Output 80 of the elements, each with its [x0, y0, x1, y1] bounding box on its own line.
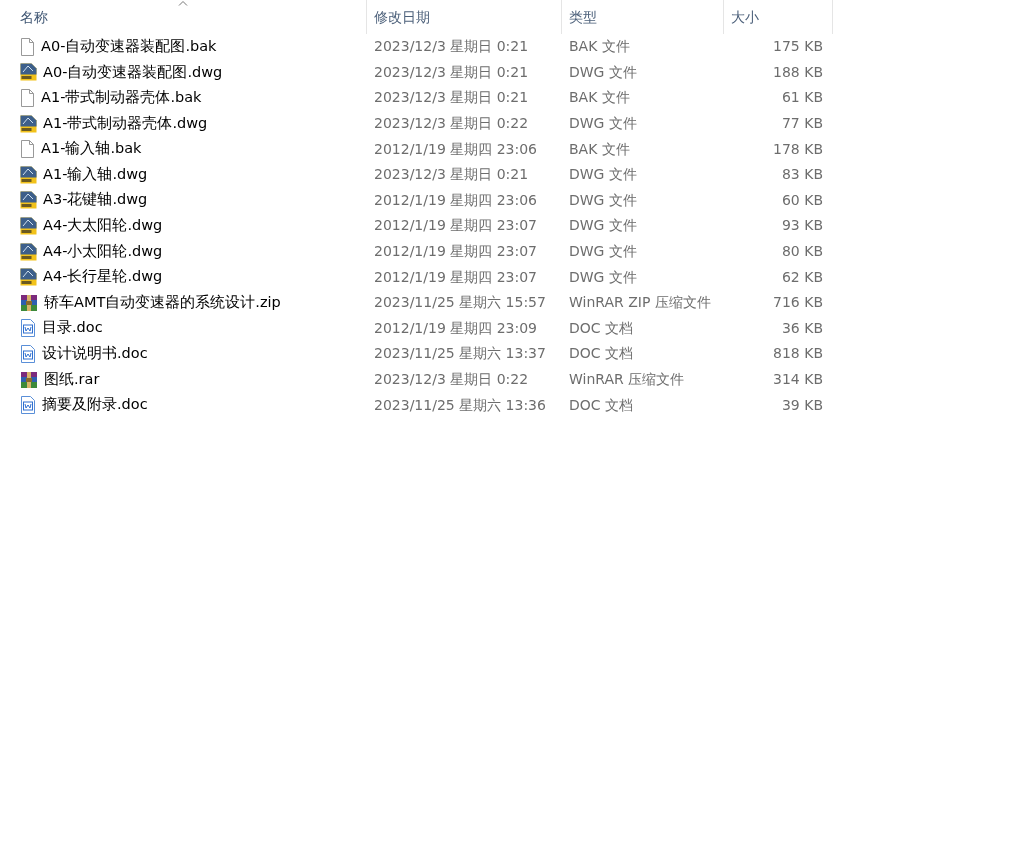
- blank-file-icon: [20, 89, 35, 107]
- modified-date: 2023/11/25 星期六 15:57: [373, 293, 547, 313]
- document-w-icon: [20, 319, 36, 338]
- file-type: DWG 文件: [568, 62, 638, 82]
- file-size: 818 KB: [772, 344, 824, 364]
- file-name[interactable]: A3-花键轴.dwg: [43, 189, 148, 212]
- file-size: 175 KB: [772, 37, 824, 57]
- column-header[interactable]: 类型: [562, 0, 724, 34]
- file-type: DOC 文档: [568, 318, 635, 338]
- archive-books-icon: [20, 370, 38, 389]
- file-size: 178 KB: [772, 139, 824, 159]
- file-type: DOC 文档: [568, 344, 635, 364]
- file-name[interactable]: 设计说明书.doc: [42, 343, 148, 365]
- file-type: BAK 文件: [568, 37, 631, 57]
- document-w-icon: [20, 344, 36, 363]
- file-name[interactable]: A4-长行星轮.dwg: [43, 266, 163, 288]
- modified-date: 2012/1/19 星期四 23:07: [373, 216, 539, 236]
- modified-date: 2012/1/19 星期四 23:07: [373, 242, 539, 262]
- file-type: DWG 文件: [568, 165, 638, 185]
- blank-file-icon: [20, 37, 35, 56]
- file-type: DWG 文件: [568, 216, 638, 236]
- file-type: BAK 文件: [568, 88, 631, 108]
- file-name[interactable]: A1-带式制动器壳体.dwg: [43, 112, 208, 135]
- drawing-file-icon: [20, 216, 37, 235]
- modified-date: 2023/12/3 星期日 0:22: [373, 114, 530, 134]
- file-size: 188 KB: [772, 62, 824, 82]
- drawing-file-icon: [20, 165, 37, 184]
- file-type: WinRAR ZIP 压缩文件: [568, 293, 712, 313]
- document-w-icon: [20, 396, 36, 415]
- drawing-file-icon: [20, 114, 37, 133]
- modified-date: 2012/1/19 星期四 23:09: [373, 318, 539, 338]
- column-header[interactable]: 修改日期: [367, 0, 562, 34]
- file-size: 83 KB: [780, 165, 824, 185]
- file-type: DWG 文件: [568, 114, 638, 134]
- file-name[interactable]: 轿车AMT自动变速器的系统设计.zip: [44, 291, 281, 314]
- file-name[interactable]: 目录.doc: [42, 317, 103, 340]
- file-name[interactable]: A4-小太阳轮.dwg: [43, 240, 163, 263]
- file-name[interactable]: 摘要及附录.doc: [42, 394, 148, 416]
- file-name[interactable]: A1-带式制动器壳体.bak: [41, 87, 202, 109]
- modified-date: 2012/1/19 星期四 23:06: [373, 190, 539, 210]
- file-name[interactable]: A1-输入轴.bak: [41, 138, 142, 161]
- file-size: 93 KB: [780, 216, 824, 236]
- file-type: DWG 文件: [568, 242, 638, 262]
- file-type: BAK 文件: [568, 139, 631, 159]
- file-name[interactable]: A0-自动变速器装配图.dwg: [43, 61, 223, 84]
- modified-date: 2023/11/25 星期六 13:37: [373, 344, 547, 364]
- file-size: 61 KB: [780, 88, 824, 108]
- file-size: 39 KB: [780, 395, 824, 415]
- modified-date: 2023/12/3 星期日 0:21: [373, 88, 530, 108]
- modified-date: 2023/12/3 星期日 0:21: [373, 62, 530, 82]
- blank-file-icon: [20, 140, 35, 159]
- file-name[interactable]: 图纸.rar: [44, 368, 100, 391]
- drawing-file-icon: [20, 268, 37, 287]
- file-size: 60 KB: [780, 190, 824, 210]
- modified-date: 2023/12/3 星期日 0:21: [373, 37, 530, 57]
- file-name[interactable]: A4-大太阳轮.dwg: [43, 215, 163, 237]
- column-header[interactable]: 大小: [724, 0, 833, 34]
- modified-date: 2012/1/19 星期四 23:06: [373, 139, 539, 159]
- sort-chevron-icon: [178, 0, 188, 6]
- modified-date: 2023/11/25 星期六 13:36: [373, 395, 547, 415]
- file-size: 36 KB: [780, 318, 824, 338]
- drawing-file-icon: [20, 63, 37, 82]
- file-size: 716 KB: [772, 293, 824, 313]
- file-name[interactable]: A1-输入轴.dwg: [43, 163, 148, 186]
- file-type: DWG 文件: [568, 190, 638, 210]
- file-size: 314 KB: [772, 370, 824, 389]
- modified-date: 2023/12/3 星期日 0:22: [373, 370, 530, 389]
- drawing-file-icon: [20, 191, 37, 210]
- file-type: DOC 文档: [568, 395, 635, 415]
- modified-date: 2023/12/3 星期日 0:21: [373, 165, 530, 185]
- file-type: WinRAR 压缩文件: [568, 370, 686, 389]
- column-header[interactable]: 名称: [0, 0, 367, 34]
- file-size: 77 KB: [780, 114, 824, 134]
- file-type: DWG 文件: [568, 267, 638, 287]
- file-name[interactable]: A0-自动变速器装配图.bak: [41, 35, 217, 58]
- file-size: 62 KB: [780, 267, 824, 287]
- file-size: 80 KB: [780, 242, 824, 262]
- modified-date: 2012/1/19 星期四 23:07: [373, 267, 539, 287]
- drawing-file-icon: [20, 242, 37, 261]
- archive-books-icon: [20, 293, 38, 312]
